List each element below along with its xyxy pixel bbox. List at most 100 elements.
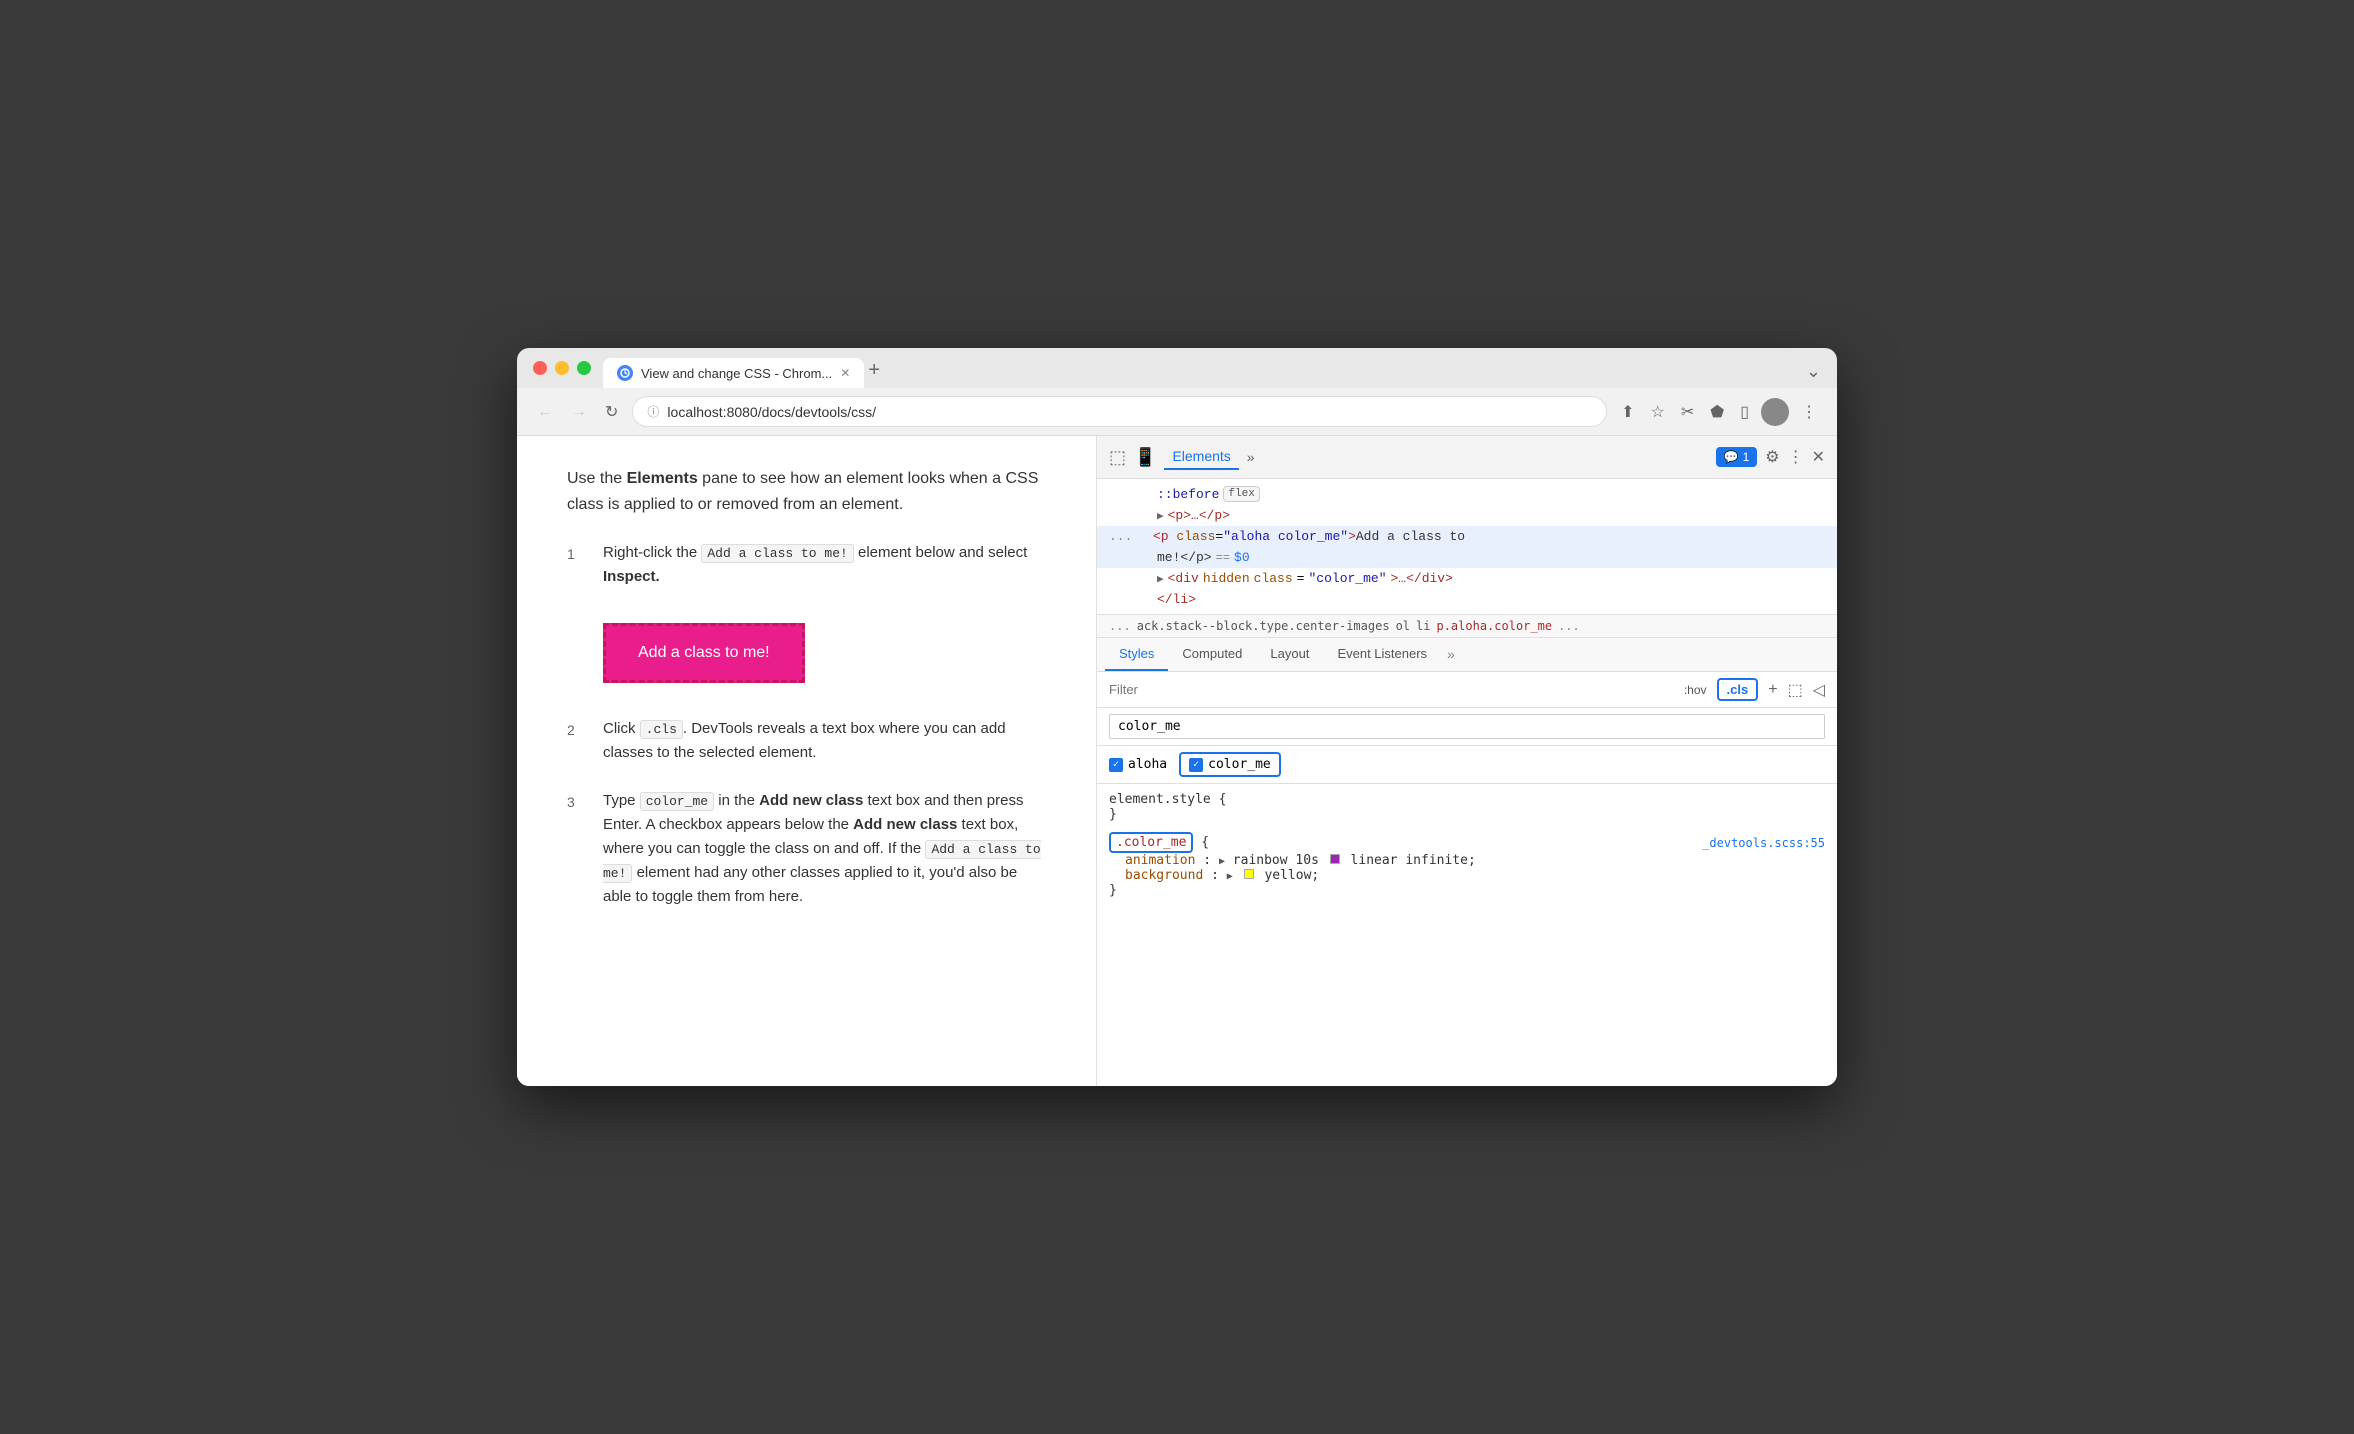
more-styles-tabs[interactable]: »	[1441, 638, 1461, 671]
color-me-checkbox[interactable]	[1189, 758, 1203, 772]
dom-pseudo-before: ::before	[1157, 487, 1219, 502]
animation-property: animation : ▶ rainbow 10s linear infinit…	[1109, 853, 1825, 868]
share-button[interactable]: ⬆	[1617, 398, 1638, 426]
breadcrumb-ellipsis[interactable]: ...	[1109, 619, 1131, 633]
step-1-text: Right-click the Add a class to me! eleme…	[603, 544, 1027, 585]
select-element-button[interactable]: ⬚	[1109, 447, 1126, 468]
dom-row-p-empty[interactable]: ▶ <p>…</p>	[1097, 505, 1837, 526]
step-1-content: Right-click the Add a class to me! eleme…	[603, 541, 1046, 693]
tab-title: View and change CSS - Chrom...	[641, 366, 832, 381]
browser-tab-active[interactable]: View and change CSS - Chrom... ✕	[603, 358, 864, 388]
cls-button[interactable]: .cls	[1717, 678, 1759, 701]
back-button[interactable]: ←	[533, 399, 557, 425]
tab-computed[interactable]: Computed	[1168, 638, 1256, 671]
maximize-window-button[interactable]	[577, 361, 591, 375]
element-style-close: }	[1109, 807, 1825, 822]
secure-icon: ⓘ	[647, 403, 659, 420]
devtools-panel: ⬚ 📱 Elements » 💬 1 ⚙ ⋮ ✕ ::bef	[1097, 436, 1837, 1086]
bookmark-button[interactable]: ☆	[1647, 398, 1669, 426]
new-style-button[interactable]: ⬚	[1788, 680, 1803, 700]
title-bar: View and change CSS - Chrom... ✕ + ⌄	[517, 348, 1837, 388]
dom-arrow: ▶	[1157, 509, 1164, 523]
devtools-header: ⬚ 📱 Elements » 💬 1 ⚙ ⋮ ✕	[1097, 436, 1837, 479]
breadcrumb-item-2[interactable]: ol	[1396, 619, 1410, 633]
left-panel: Use the Elements pane to see how an elem…	[517, 436, 1097, 1086]
dom-badge-flex: flex	[1223, 486, 1259, 502]
sidebar-button[interactable]: ▯	[1736, 398, 1753, 426]
tab-elements[interactable]: Elements	[1164, 444, 1238, 470]
breadcrumb-item-4[interactable]: p.aloha.color_me	[1436, 619, 1552, 633]
background-property: background : ▶ yellow;	[1109, 868, 1825, 883]
minimize-window-button[interactable]	[555, 361, 569, 375]
hov-label[interactable]: :hov	[1684, 683, 1707, 697]
dom-row-before[interactable]: ::before flex	[1097, 483, 1837, 505]
tab-event-listeners[interactable]: Event Listeners	[1323, 638, 1441, 671]
tab-close-button[interactable]: ✕	[840, 366, 850, 380]
step-3-code2: Add a class to me!	[603, 840, 1041, 883]
step-1: 1 Right-click the Add a class to me! ele…	[567, 541, 1046, 693]
device-toolbar-button[interactable]: 📱	[1134, 447, 1156, 468]
more-tabs-button[interactable]: »	[1247, 449, 1255, 465]
demo-element[interactable]: Add a class to me!	[603, 623, 805, 683]
class-aloha[interactable]: aloha	[1109, 757, 1167, 772]
element-style-selector: element.style {	[1109, 792, 1825, 807]
dom-tree: ::before flex ▶ <p>…</p> ... <p class="a…	[1097, 479, 1837, 615]
dom-equal-sign: ==	[1216, 551, 1230, 565]
css-rules: element.style { } .color_me { _devtools.…	[1097, 784, 1837, 1086]
forward-button[interactable]: →	[567, 399, 591, 425]
add-style-rule-button[interactable]: +	[1768, 681, 1777, 699]
more-options-button[interactable]: ⋮	[1788, 447, 1804, 467]
color-me-selector-name[interactable]: .color_me {	[1109, 832, 1209, 853]
steps-list: 1 Right-click the Add a class to me! ele…	[567, 541, 1046, 909]
intro-text: Use the Elements pane to see how an elem…	[567, 466, 1046, 517]
color-me-label: color_me	[1208, 757, 1271, 772]
url-text: localhost:8080/docs/devtools/css/	[667, 404, 876, 420]
scissors-button[interactable]: ✂	[1677, 398, 1698, 426]
chrome-menu-button[interactable]: ⋮	[1797, 398, 1821, 426]
step-1-inspect: Inspect.	[603, 568, 660, 585]
traffic-lights	[533, 361, 591, 385]
extensions-button[interactable]: ⬟	[1706, 398, 1728, 426]
selector-highlight-box: .color_me	[1109, 832, 1193, 853]
step-3-code: color_me	[640, 792, 714, 811]
chat-badge: 1	[1743, 450, 1750, 464]
avatar[interactable]	[1761, 398, 1789, 426]
step-2: 2 Click .cls. DevTools reveals a text bo…	[567, 717, 1046, 765]
dom-arrow-div: ▶	[1157, 572, 1164, 586]
breadcrumb-item-1[interactable]: ack.stack--block.type.center-images	[1137, 619, 1390, 633]
tab-styles[interactable]: Styles	[1105, 638, 1168, 671]
aloha-checkbox[interactable]	[1109, 758, 1123, 772]
class-color-me[interactable]: color_me	[1179, 752, 1281, 777]
filter-bar: :hov .cls + ⬚ ◁	[1097, 672, 1837, 708]
tab-menu-button[interactable]: ⌄	[1806, 361, 1821, 388]
toggle-changes-button[interactable]: ◁	[1813, 680, 1825, 700]
dom-ellipsis: ...	[1109, 529, 1132, 544]
tabs-area: View and change CSS - Chrom... ✕ + ⌄	[603, 358, 1821, 388]
tab-layout[interactable]: Layout	[1256, 638, 1323, 671]
browser-window: View and change CSS - Chrom... ✕ + ⌄ ← →…	[517, 348, 1837, 1086]
animation-swatch	[1330, 854, 1340, 864]
devtools-header-actions: 💬 1 ⚙ ⋮ ✕	[1716, 447, 1825, 467]
dom-row-div-hidden[interactable]: ▶ <div hidden class="color_me">…</div>	[1097, 568, 1837, 589]
breadcrumb-bar: ... ack.stack--block.type.center-images …	[1097, 615, 1837, 638]
filter-input[interactable]	[1109, 682, 1674, 697]
chat-button[interactable]: 💬 1	[1716, 447, 1758, 467]
step-number-3: 3	[567, 789, 587, 909]
dom-row-p-selected[interactable]: ... <p class="aloha color_me">Add a clas…	[1097, 526, 1837, 547]
styles-tabs-bar: Styles Computed Layout Event Listeners »	[1097, 638, 1837, 672]
class-input-field[interactable]	[1109, 714, 1825, 739]
file-reference[interactable]: _devtools.scss:55	[1702, 836, 1825, 850]
reload-button[interactable]: ↻	[601, 398, 622, 426]
intro-styles-strong: Elements	[627, 470, 698, 487]
breadcrumb-item-3[interactable]: li	[1416, 619, 1430, 633]
settings-button[interactable]: ⚙	[1765, 447, 1779, 467]
close-devtools-button[interactable]: ✕	[1812, 447, 1825, 467]
new-tab-button[interactable]: +	[868, 359, 880, 388]
breadcrumb-ellipsis-2[interactable]: ...	[1558, 619, 1580, 633]
address-bar[interactable]: ⓘ localhost:8080/docs/devtools/css/	[632, 396, 1607, 427]
close-window-button[interactable]	[533, 361, 547, 375]
aloha-label: aloha	[1128, 757, 1167, 772]
css-rule-element-style: element.style { }	[1109, 792, 1825, 822]
dom-row-li-close[interactable]: </li>	[1097, 589, 1837, 610]
dom-tag-open: <p class="aloha color_me">Add a class to	[1153, 529, 1465, 544]
